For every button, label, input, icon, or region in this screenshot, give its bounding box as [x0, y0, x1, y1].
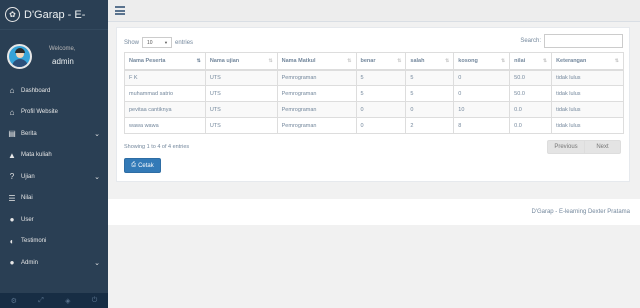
results-panel: Show 10 ▼ entries Search: Nama Peserta ⇅ …: [116, 27, 630, 182]
column-header-nilai[interactable]: nilai ⇅: [509, 52, 553, 71]
sort-icon: ⇅: [268, 58, 273, 64]
brand[interactable]: ✿ D'Garap - E-: [0, 0, 108, 30]
profile: Welcome, admin: [0, 36, 108, 76]
menu-toggle-icon[interactable]: [115, 6, 125, 15]
table-controls: Show 10 ▼ entries Search:: [124, 34, 623, 48]
column-header-benar[interactable]: benar ⇅: [355, 52, 407, 71]
results-table: Nama Peserta ⇅ Nama ujian ⇅ Nama Matkul ⇅ b…: [124, 52, 624, 134]
institution-icon: ⌂: [9, 107, 15, 117]
footer-text: D'Garap - E-learning Dexter Pratama: [531, 209, 630, 215]
sidebar-menu: ⌂ Dashboard ⌂ Profil Website ▤ Berita ⌄ …: [0, 80, 108, 274]
sort-icon: ⇅: [347, 58, 352, 64]
sidebar-item-admin[interactable]: ● Admin ⌄: [0, 252, 108, 274]
entries-length: Show 10 ▼ entries: [124, 37, 193, 48]
sidebar-item-nilai[interactable]: ☰ Nilai: [0, 188, 108, 210]
fullscreen-icon[interactable]: ⤢: [38, 297, 44, 305]
sort-asc-icon: ⇅: [196, 58, 201, 64]
sidebar-item-dashboard[interactable]: ⌂ Dashboard: [0, 80, 108, 102]
newspaper-icon: ▤: [8, 129, 16, 139]
table-row: F K UTS Pemrograman 5 5 0 50.0 tidak lulus: [124, 69, 624, 86]
sidebar-item-user[interactable]: ● User: [0, 209, 108, 231]
sort-icon: ⇅: [445, 58, 450, 64]
previous-button[interactable]: Previous: [548, 141, 584, 153]
sidebar-item-testimoni[interactable]: ◐ Testimoni: [0, 231, 108, 253]
chevron-down-icon: ⌄: [94, 259, 100, 267]
sidebar-item-profil-website[interactable]: ⌂ Profil Website: [0, 102, 108, 124]
profile-name: admin: [52, 57, 74, 66]
column-header-nama-matkul[interactable]: Nama Matkul ⇅: [276, 52, 357, 71]
user-icon: ●: [9, 258, 15, 268]
column-header-nama-ujian[interactable]: Nama ujian ⇅: [204, 52, 278, 71]
column-header-keterangan[interactable]: Keterangan ⇅: [551, 52, 624, 71]
caret-down-icon: ▼: [164, 40, 169, 45]
table-row: muhammad satrio UTS Pemrograman 5 5 0 50.0 tida…: [124, 85, 624, 102]
sort-icon: ⇅: [397, 58, 402, 64]
table-row: pevitaa cantiknya UTS Pemrograman 0 0 10 0.0 ti…: [124, 101, 624, 118]
next-button[interactable]: Next: [584, 141, 620, 153]
table-header-row: Nama Peserta ⇅ Nama ujian ⇅ Nama Matkul ⇅ b…: [124, 52, 624, 71]
chevron-down-icon: ⌄: [94, 130, 100, 138]
print-button[interactable]: ⎙ Cetak: [124, 158, 161, 173]
column-header-kosong[interactable]: kosong ⇅: [453, 52, 511, 71]
settings-icon[interactable]: ⚙: [11, 297, 17, 305]
users-icon: ●: [9, 215, 15, 225]
sidebar-item-mata-kuliah[interactable]: ▲ Mata kuliah: [0, 145, 108, 167]
sidebar-item-ujian[interactable]: ? Ujian ⌄: [0, 166, 108, 188]
welcome-text: Welcome,: [49, 46, 76, 52]
chevron-down-icon: ⌄: [94, 173, 100, 181]
top-nav: [108, 0, 640, 22]
table-info: Showing 1 to 4 of 4 entries: [124, 144, 190, 150]
brand-title: D'Garap - E-: [24, 8, 86, 21]
avatar: [7, 43, 32, 69]
entries-select[interactable]: 10 ▼: [142, 37, 173, 48]
column-header-nama-peserta[interactable]: Nama Peserta ⇅: [124, 52, 206, 71]
sidebar: ✿ D'Garap - E- Welcome, admin ⌂ Dashboar…: [0, 0, 108, 308]
logout-icon[interactable]: ⏻: [92, 297, 98, 305]
sort-icon: ⇅: [614, 58, 619, 64]
question-circle-icon: ?: [9, 172, 15, 182]
sidebar-footer: ⚙ ⤢ ◈ ⏻: [0, 293, 108, 308]
list-icon: ☰: [8, 193, 16, 203]
table-search: Search:: [520, 34, 623, 48]
comments-icon: ◐: [9, 236, 15, 246]
search-input[interactable]: [544, 34, 623, 48]
pagination: Previous Next: [547, 140, 621, 154]
column-header-salah[interactable]: salah ⇅: [405, 52, 455, 71]
page-footer: D'Garap - E-learning Dexter Pratama: [108, 199, 640, 225]
sidebar-item-berita[interactable]: ▤ Berita ⌄: [0, 123, 108, 145]
paw-icon: ✿: [5, 7, 20, 22]
search-label: Search:: [520, 38, 541, 44]
lock-icon[interactable]: ◈: [65, 297, 70, 305]
print-icon: ⎙: [131, 162, 137, 168]
graduation-cap-icon: ▲: [8, 150, 16, 160]
table-row: wawa wawa UTS Pemrograman 0 2 8 0.0 tidak lulus: [124, 117, 624, 134]
sort-icon: ⇅: [542, 58, 548, 64]
home-icon: ⌂: [9, 86, 15, 96]
sort-icon: ⇅: [500, 58, 506, 64]
